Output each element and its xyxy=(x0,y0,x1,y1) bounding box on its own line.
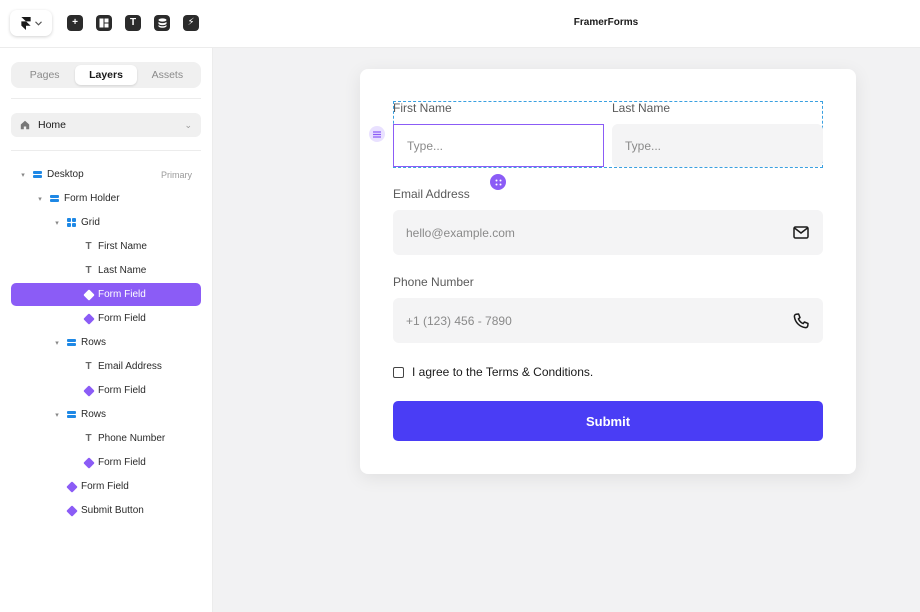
layer-label: Rows xyxy=(81,409,107,420)
tab-pages[interactable]: Pages xyxy=(14,65,75,85)
layer-label: Form Field xyxy=(98,457,146,468)
layer-row[interactable]: Form Field xyxy=(11,283,201,306)
phone-input[interactable]: +1 (123) 456 - 7890 xyxy=(393,298,823,343)
component-icon xyxy=(82,288,95,301)
home-icon xyxy=(20,120,30,130)
layer-row[interactable]: T First Name xyxy=(11,235,201,258)
divider xyxy=(11,98,201,99)
page-select[interactable]: Home ⌄ xyxy=(11,113,201,137)
layer-row[interactable]: Form Field xyxy=(11,379,201,402)
first-name-label: First Name xyxy=(393,101,452,115)
layer-label: Form Field xyxy=(81,481,129,492)
last-name-placeholder: Type... xyxy=(625,138,662,153)
email-placeholder: hello@example.com xyxy=(406,225,515,240)
layer-row[interactable]: T Phone Number xyxy=(11,427,201,450)
stack-icon xyxy=(67,410,76,419)
layer-row[interactable]: ▾ Grid xyxy=(11,211,201,234)
text-icon: T xyxy=(85,361,92,372)
email-label: Email Address xyxy=(393,187,470,201)
layer-row[interactable]: Form Field xyxy=(11,475,201,498)
layer-row[interactable]: Form Field xyxy=(11,307,201,330)
sidebar-tabs: Pages Layers Assets xyxy=(11,62,201,88)
phone-icon xyxy=(792,312,810,330)
text-icon: T xyxy=(85,433,92,444)
layer-label: First Name xyxy=(98,241,147,252)
collapse-arrow-icon[interactable]: ▾ xyxy=(19,171,27,179)
page-select-label: Home xyxy=(38,119,67,131)
terms-checkbox[interactable] xyxy=(393,367,404,378)
layer-label: Desktop xyxy=(47,169,84,180)
layer-row[interactable]: T Last Name xyxy=(11,259,201,282)
app-title: FramerForms xyxy=(573,17,639,28)
layer-label: Email Address xyxy=(98,361,162,372)
submit-button[interactable]: Submit xyxy=(393,401,823,441)
layer-row[interactable]: ▾ Rows xyxy=(11,403,201,426)
layer-label: Form Field xyxy=(98,385,146,396)
tab-layers[interactable]: Layers xyxy=(75,65,137,85)
component-icon xyxy=(82,384,95,397)
terms-label[interactable]: I agree to the Terms & Conditions. xyxy=(412,365,593,379)
layer-row[interactable]: ▾ Desktop Primary xyxy=(11,163,201,186)
text-icon: T xyxy=(85,265,92,276)
divider xyxy=(11,150,201,151)
layer-label: Form Holder xyxy=(64,193,120,204)
collapse-arrow-icon[interactable]: ▾ xyxy=(53,411,61,419)
last-name-label: Last Name xyxy=(612,101,671,115)
stack-icon xyxy=(50,194,59,203)
component-icon xyxy=(82,456,95,469)
collapse-arrow-icon[interactable]: ▾ xyxy=(36,195,44,203)
layer-row[interactable]: ▾ Rows xyxy=(11,331,201,354)
component-icon xyxy=(65,504,78,517)
layer-tag: Primary xyxy=(161,169,192,180)
component-icon xyxy=(65,480,78,493)
tab-assets[interactable]: Assets xyxy=(137,65,198,85)
left-sidebar: Pages Layers Assets Home ⌄ ▾ Desktop Prima… xyxy=(0,48,213,612)
layer-label: Grid xyxy=(81,217,100,228)
collapse-arrow-icon[interactable]: ▾ xyxy=(53,219,61,227)
layer-label: Rows xyxy=(81,337,107,348)
collapse-arrow-icon[interactable]: ▾ xyxy=(53,339,61,347)
top-toolbar: + T ⚡ FramerForms xyxy=(0,0,920,48)
stack-handle-icon[interactable] xyxy=(369,126,385,142)
layer-row[interactable]: T Email Address xyxy=(11,355,201,378)
phone-label: Phone Number xyxy=(393,275,474,289)
last-name-input[interactable]: Type... xyxy=(612,124,823,167)
email-input[interactable]: hello@example.com xyxy=(393,210,823,255)
layer-label: Form Field xyxy=(98,289,146,300)
layer-row[interactable]: ▾ Form Holder xyxy=(11,187,201,210)
layer-row[interactable]: Form Field xyxy=(11,451,201,474)
component-icon xyxy=(82,312,95,325)
stack-icon xyxy=(33,170,42,179)
layer-label: Form Field xyxy=(98,313,146,324)
text-icon: T xyxy=(85,241,92,252)
layer-row[interactable]: Submit Button xyxy=(11,499,201,522)
first-name-input[interactable]: Type... xyxy=(393,124,604,167)
layer-label: Phone Number xyxy=(98,433,166,444)
layer-label: Submit Button xyxy=(81,505,144,516)
grid-icon xyxy=(67,218,76,227)
chevron-down-icon: ⌄ xyxy=(184,119,192,130)
grid-handle-icon[interactable] xyxy=(490,174,506,190)
layer-label: Last Name xyxy=(98,265,147,276)
mail-icon xyxy=(792,224,810,242)
stack-icon xyxy=(67,338,76,347)
phone-placeholder: +1 (123) 456 - 7890 xyxy=(406,313,512,328)
